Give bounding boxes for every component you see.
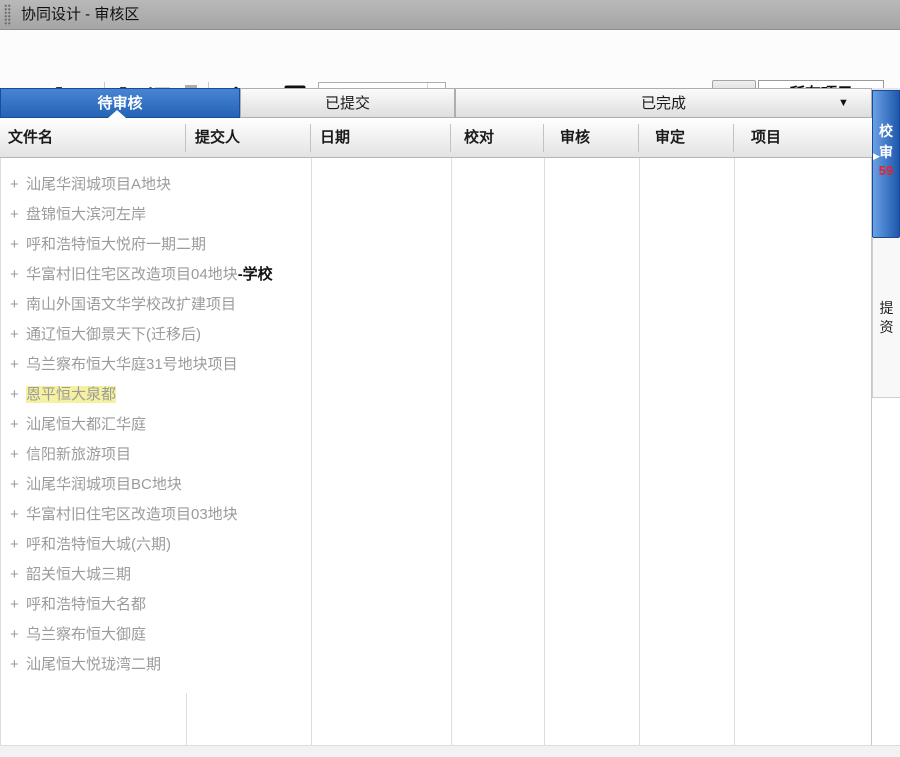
expand-icon[interactable]: + bbox=[10, 500, 19, 530]
expand-icon[interactable]: + bbox=[10, 470, 19, 500]
table-body: + 汕尾华润城项目A地块 + 盘锦恒大滨河左岸 + 呼和浩特恒大悦府一期二期 + 华富村旧住宅… bbox=[0, 158, 872, 745]
table-row[interactable]: + 汕尾华润城项目A地块 bbox=[1, 170, 861, 200]
row-project-name: 南山外国语文华学校改扩建项目 bbox=[26, 296, 236, 313]
table-row[interactable]: + 呼和浩特恒大名都 bbox=[1, 590, 861, 620]
table-row[interactable]: + 呼和浩特恒大悦府一期二期 bbox=[1, 230, 861, 260]
side-tab-submit[interactable]: 提 资 bbox=[872, 238, 900, 398]
expand-icon[interactable]: + bbox=[10, 260, 19, 290]
header-divider bbox=[450, 124, 451, 152]
table-row[interactable]: + 乌兰察布恒大华庭31号地块项目 bbox=[1, 350, 861, 380]
table-row[interactable]: + 南山外国语文华学校改扩建项目 bbox=[1, 290, 861, 320]
tab-submitted[interactable]: 已提交 bbox=[240, 88, 455, 118]
grid-line bbox=[186, 693, 187, 745]
row-project-name: 汕尾华润城项目BC地块 bbox=[26, 476, 182, 493]
table-row[interactable]: + 汕尾恒大都汇华庭 bbox=[1, 410, 861, 440]
column-header-1[interactable]: 文件名 bbox=[8, 118, 53, 158]
header-divider bbox=[310, 124, 311, 152]
arrow-right-icon: ▶ bbox=[873, 146, 880, 167]
row-project-name: 汕尾华润城项目A地块 bbox=[26, 176, 171, 193]
row-project-name: 乌兰察布恒大御庭 bbox=[26, 626, 146, 643]
window-title: 协同设计 - 审核区 bbox=[21, 0, 139, 30]
row-project-name: 恩平恒大泉都 bbox=[26, 386, 116, 403]
row-project-name: 盘锦恒大滨河左岸 bbox=[26, 206, 146, 223]
expand-icon[interactable]: + bbox=[10, 230, 19, 260]
expand-icon[interactable]: + bbox=[10, 650, 19, 680]
bottom-strip bbox=[0, 745, 900, 757]
side-tab-submit-char1: 提 bbox=[873, 299, 900, 318]
toolbar: ✓ ↺ × ↻ bbox=[0, 30, 900, 88]
row-project-name: 华富村旧住宅区改造项目04地块 bbox=[26, 266, 238, 283]
expand-icon[interactable]: + bbox=[10, 170, 19, 200]
tab-completed[interactable]: 已完成 bbox=[455, 88, 872, 118]
column-header-4[interactable]: 校对 bbox=[464, 118, 494, 158]
column-header-7[interactable]: 项目 bbox=[751, 118, 781, 158]
row-project-name: 呼和浩特恒大悦府一期二期 bbox=[26, 236, 206, 253]
table-row[interactable]: + 汕尾恒大悦珑湾二期 bbox=[1, 650, 861, 680]
row-project-name: 汕尾恒大悦珑湾二期 bbox=[26, 656, 161, 673]
side-tab-submit-char2: 资 bbox=[873, 318, 900, 337]
table-row[interactable]: + 汕尾华润城项目BC地块 bbox=[1, 470, 861, 500]
table-row[interactable]: + 乌兰察布恒大御庭 bbox=[1, 620, 861, 650]
tab-bar: 待审核 已提交 已完成 bbox=[0, 88, 900, 118]
header-divider bbox=[638, 124, 639, 152]
header-divider bbox=[733, 124, 734, 152]
side-tab-review-char1: 校 bbox=[873, 121, 899, 142]
title-bar[interactable]: 协同设计 - 审核区 bbox=[0, 0, 900, 30]
expand-icon[interactable]: + bbox=[10, 560, 19, 590]
expand-icon[interactable]: + bbox=[10, 590, 19, 620]
table-row[interactable]: + 韶关恒大城三期 bbox=[1, 560, 861, 590]
tab-dropdown-icon[interactable]: ▼ bbox=[838, 97, 849, 109]
side-tab-review-char2: 审 bbox=[879, 144, 893, 160]
expand-icon[interactable]: + bbox=[10, 410, 19, 440]
active-tab-indicator bbox=[108, 110, 126, 118]
header-divider bbox=[543, 124, 544, 152]
row-project-name: 信阳新旅游项目 bbox=[26, 446, 131, 463]
row-project-name: 通辽恒大御景天下(迁移后) bbox=[26, 326, 201, 343]
table-row[interactable]: + 信阳新旅游项目 bbox=[1, 440, 861, 470]
row-project-name: 华富村旧住宅区改造项目03地块 bbox=[26, 506, 238, 523]
table-row[interactable]: + 华富村旧住宅区改造项目04地块-学校 bbox=[1, 260, 861, 290]
expand-icon[interactable]: + bbox=[10, 200, 19, 230]
side-tab-review[interactable]: 校 ▶ 审 59 bbox=[872, 90, 900, 238]
table-row[interactable]: + 通辽恒大御景天下(迁移后) bbox=[1, 320, 861, 350]
row-project-name: 呼和浩特恒大名都 bbox=[26, 596, 146, 613]
column-header-5[interactable]: 审核 bbox=[560, 118, 590, 158]
column-header-3[interactable]: 日期 bbox=[320, 118, 350, 158]
table-row[interactable]: + 华富村旧住宅区改造项目03地块 bbox=[1, 500, 861, 530]
table-row[interactable]: + 呼和浩特恒大城(六期) bbox=[1, 530, 861, 560]
row-project-name: 韶关恒大城三期 bbox=[26, 566, 131, 583]
table-header: 文件名 提交人 日期 校对 审核 审定 项目 bbox=[0, 118, 872, 158]
column-header-6[interactable]: 审定 bbox=[655, 118, 685, 158]
row-project-name: 乌兰察布恒大华庭31号地块项目 bbox=[26, 356, 238, 373]
expand-icon[interactable]: + bbox=[10, 380, 19, 410]
table-row[interactable]: + 恩平恒大泉都 bbox=[1, 380, 861, 410]
expand-icon[interactable]: + bbox=[10, 440, 19, 470]
header-divider bbox=[185, 124, 186, 152]
column-header-2[interactable]: 提交人 bbox=[195, 118, 240, 158]
expand-icon[interactable]: + bbox=[10, 320, 19, 350]
expand-icon[interactable]: + bbox=[10, 620, 19, 650]
table-row[interactable]: + 盘锦恒大滨河左岸 bbox=[1, 200, 861, 230]
expand-icon[interactable]: + bbox=[10, 350, 19, 380]
row-project-suffix: -学校 bbox=[238, 266, 273, 283]
app-window: 协同设计 - 审核区 ✓ ↺ × ↻ bbox=[0, 0, 900, 757]
row-project-name: 呼和浩特恒大城(六期) bbox=[26, 536, 171, 553]
expand-icon[interactable]: + bbox=[10, 530, 19, 560]
row-project-name: 汕尾恒大都汇华庭 bbox=[26, 416, 146, 433]
drag-grip-icon[interactable] bbox=[4, 4, 11, 26]
expand-icon[interactable]: + bbox=[10, 290, 19, 320]
